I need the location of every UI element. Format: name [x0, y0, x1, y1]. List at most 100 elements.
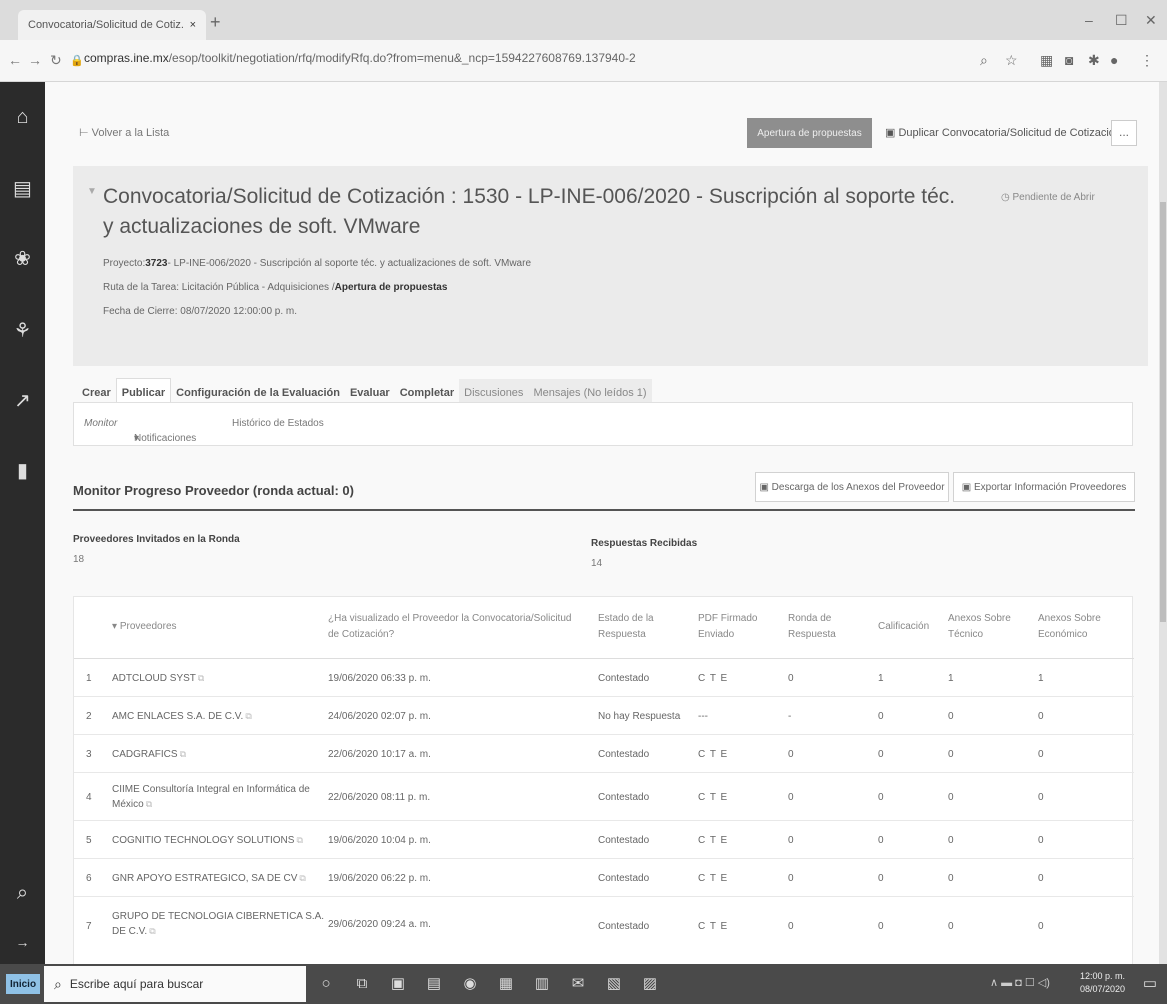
table-row[interactable]: 1 ADTCLOUD SYST ⧉ 19/06/2020 06:33 p. m. …: [74, 659, 1134, 697]
invited-suppliers-label: Proveedores Invitados en la Ronda: [73, 534, 240, 545]
task-view-icon[interactable]: ⧉: [350, 972, 374, 996]
pdf-signed: C T E: [698, 673, 729, 684]
subtab-historico[interactable]: Histórico de Estados: [232, 418, 324, 429]
response-state: Contestado: [598, 749, 650, 760]
back-to-list-link[interactable]: ⊢ Volver a la Lista: [79, 126, 169, 139]
star-icon[interactable]: ☆: [1005, 52, 1018, 69]
notifications-icon[interactable]: ▭: [1138, 972, 1162, 996]
supplier-name-text-2: México: [112, 799, 144, 810]
taskbar-search-input[interactable]: ⌕ Escribe aquí para buscar: [44, 966, 306, 1002]
url-path: /esop/toolkit/negotiation/rfq/modifyRfq.…: [168, 51, 636, 65]
close-tab-icon[interactable]: ×: [190, 19, 196, 31]
cortana-icon[interactable]: ○: [314, 972, 338, 996]
mail-icon[interactable]: ✉: [566, 972, 590, 996]
taskbar-search-placeholder: Escribe aquí para buscar: [69, 977, 204, 991]
export-icon: ▣: [961, 481, 972, 493]
search-icon: ⌕: [54, 975, 62, 992]
supplier-name[interactable]: GNR APOYO ESTRATEGICO, SA DE CV ⧉: [112, 871, 306, 886]
page-title: Convocatoria/Solicitud de Cotización : 1…: [103, 185, 956, 238]
supplier-name[interactable]: ADTCLOUD SYST ⧉: [112, 671, 204, 686]
more-actions-button[interactable]: ...: [1111, 120, 1137, 146]
back-arrow-icon[interactable]: ←: [8, 52, 22, 68]
app-icon[interactable]: ▣: [386, 972, 410, 996]
minimize-icon[interactable]: –: [1085, 12, 1093, 28]
pdf-signed: C T E: [698, 835, 729, 846]
table-row[interactable]: 5 COGNITIO TECHNOLOGY SOLUTIONS ⧉ 19/06/2…: [74, 821, 1134, 859]
clock-icon: ◷: [1001, 192, 1010, 203]
menu-dots-icon[interactable]: ⋮: [1140, 52, 1154, 69]
subtab-monitor[interactable]: Monitor: [84, 418, 117, 429]
extension-icon[interactable]: ▦: [1040, 52, 1053, 69]
app-icon[interactable]: ▤: [422, 972, 446, 996]
browser-tab-title: Convocatoria/Solicitud de Cotiz...: [28, 19, 184, 31]
apertura-propuestas-button[interactable]: Apertura de propuestas: [747, 118, 872, 148]
col-ronda: Ronda de Respuesta: [788, 613, 836, 640]
handshake-icon[interactable]: ❀: [0, 246, 45, 271]
chrome-icon[interactable]: ◉: [458, 972, 482, 996]
responses-received-value: 14: [591, 558, 603, 569]
calculator-icon[interactable]: ▤: [0, 176, 45, 201]
supplier-name[interactable]: AMC ENLACES S.A. DE C.V. ⧉: [112, 709, 252, 724]
scrollbar-thumb[interactable]: [1160, 202, 1166, 622]
table-row[interactable]: 7 GRUPO DE TECNOLOGIA CIBERNETICA S.A. DE…: [74, 897, 1134, 945]
download-annexes-button[interactable]: ▣ Descarga de los Anexos del Proveedor: [755, 472, 949, 502]
analytics-icon[interactable]: ↗: [0, 388, 45, 413]
taskbar-clock[interactable]: 12:00 p. m. 08/07/2020: [1080, 970, 1125, 996]
table-row[interactable]: 4 CIIME Consultoría Integral en Informát…: [74, 773, 1134, 821]
start-button[interactable]: Inicio: [6, 974, 40, 994]
duplicate-icon: ▣: [885, 127, 896, 139]
response-state: Contestado: [598, 792, 650, 803]
col-tecnico: Anexos Sobre Técnico: [948, 613, 1011, 640]
file-explorer-icon[interactable]: ▦: [494, 972, 518, 996]
browser-tab[interactable]: Convocatoria/Solicitud de Cotiz... ×: [18, 10, 206, 40]
main-content: ⊢ Volver a la Lista Apertura de propuest…: [45, 82, 1159, 964]
download-icon: ▣: [759, 481, 769, 493]
subtab-notificaciones-label: Notificaciones: [134, 433, 197, 444]
row-number: 6: [86, 873, 92, 884]
supplier-name[interactable]: COGNITIO TECHNOLOGY SOLUTIONS ⧉: [112, 833, 303, 848]
supplier-name-text: GNR APOYO ESTRATEGICO, SA DE CV: [112, 873, 298, 884]
maximize-icon[interactable]: ☐: [1115, 12, 1128, 29]
window-close-icon[interactable]: ✕: [1145, 12, 1157, 29]
status-label: Pendiente de Abrir: [1012, 192, 1095, 203]
row-number: 5: [86, 835, 92, 846]
viewed-date: 22/06/2020 08:11 p. m.: [328, 792, 431, 803]
zoom-icon[interactable]: ⌕: [980, 52, 988, 69]
forward-arrow-icon[interactable]: →: [28, 52, 42, 68]
duplicate-label: Duplicar Convocatoria/Solicitud de Cotiz…: [898, 127, 1122, 139]
app-icon[interactable]: ▨: [638, 972, 662, 996]
supplier-name-text: CADGRAFICS: [112, 749, 178, 760]
expand-icon[interactable]: →: [0, 934, 45, 950]
response-round: 0: [788, 835, 794, 846]
address-bar: ← → ↻ 🔒 compras.ine.mx/esop/toolkit/nego…: [0, 40, 1167, 82]
supplier-name[interactable]: CADGRAFICS ⧉: [112, 747, 186, 762]
table-row[interactable]: 3 CADGRAFICS ⧉ 22/06/2020 10:17 a. m. Con…: [74, 735, 1134, 773]
documents-icon[interactable]: ▮: [0, 458, 45, 483]
puzzle-icon[interactable]: ✱: [1088, 52, 1100, 69]
col-proveedores-label: Proveedores: [119, 621, 177, 632]
section-divider: [73, 509, 1135, 511]
org-chart-icon[interactable]: ⚘: [0, 318, 45, 343]
search-icon[interactable]: ⌕: [0, 882, 45, 905]
response-state: Contestado: [598, 835, 650, 846]
app-icon[interactable]: ▧: [602, 972, 626, 996]
system-tray[interactable]: ∧ ▬ ◘ ☐ ◁): [990, 976, 1050, 989]
supplier-name[interactable]: GRUPO DE TECNOLOGIA CIBERNETICA S.A. DE C…: [112, 909, 324, 939]
reload-icon[interactable]: ↻: [50, 52, 62, 69]
table-row[interactable]: 6 GNR APOYO ESTRATEGICO, SA DE CV ⧉ 19/06…: [74, 859, 1134, 897]
supplier-name[interactable]: CIIME Consultoría Integral en Informátic…: [112, 782, 310, 812]
profile-icon[interactable]: ●: [1110, 52, 1118, 68]
duplicate-button[interactable]: ▣ Duplicar Convocatoria/Solicitud de Cot…: [885, 126, 1121, 139]
col-proveedores[interactable]: ▾ Proveedores: [112, 619, 177, 635]
score: 0: [878, 792, 884, 803]
collapse-icon[interactable]: ▼: [87, 186, 97, 197]
page-scrollbar[interactable]: [1159, 82, 1167, 964]
url-field[interactable]: compras.ine.mx/esop/toolkit/negotiation/…: [84, 51, 636, 65]
viewed-date: 19/06/2020 06:33 p. m.: [328, 673, 431, 684]
store-icon[interactable]: ▥: [530, 972, 554, 996]
pocket-icon[interactable]: ◙: [1065, 52, 1073, 68]
table-row[interactable]: 2 AMC ENLACES S.A. DE C.V. ⧉ 24/06/2020 0…: [74, 697, 1134, 735]
new-tab-button[interactable]: +: [210, 12, 221, 33]
home-icon[interactable]: ⌂: [0, 106, 45, 129]
export-suppliers-button[interactable]: ▣ Exportar Información Proveedores: [953, 472, 1135, 502]
